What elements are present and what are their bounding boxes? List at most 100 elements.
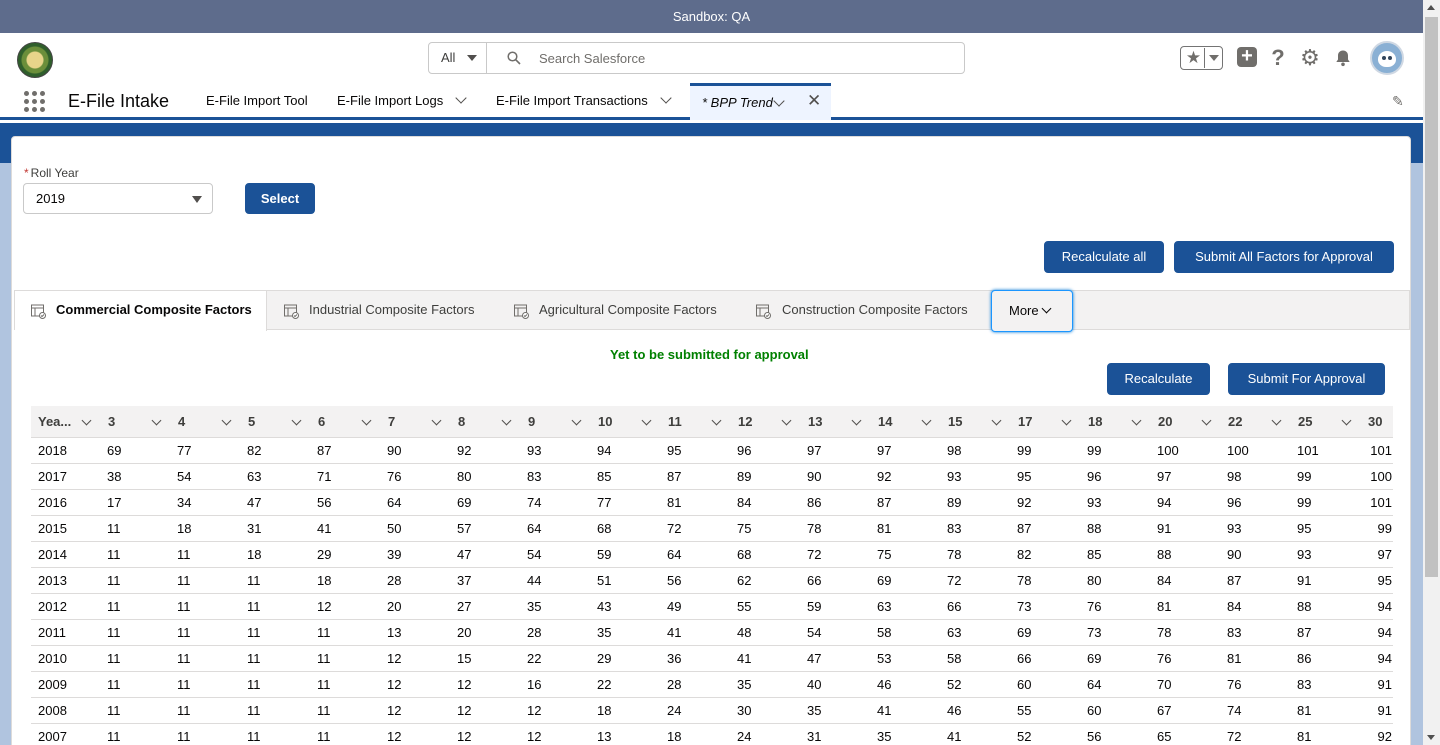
table-cell: 87 — [1297, 625, 1312, 640]
star-icon[interactable]: ★ — [1183, 48, 1205, 68]
column-header[interactable]: Yea... — [31, 406, 101, 438]
column-header[interactable]: 6 — [311, 406, 381, 438]
nav-tab-bpp-trend[interactable]: * BPP Trend ✕ — [690, 83, 831, 120]
table-cell: 81 — [1227, 651, 1242, 666]
column-header[interactable]: 25 — [1291, 406, 1361, 438]
recalculate-button[interactable]: Recalculate — [1107, 363, 1210, 395]
table-cell: 97 — [1377, 547, 1392, 562]
chevron-down-icon[interactable] — [501, 415, 512, 426]
column-header-label: 3 — [108, 414, 116, 429]
column-header[interactable]: 17 — [1011, 406, 1081, 438]
chevron-down-icon[interactable] — [660, 92, 672, 104]
table-cell: 58 — [947, 651, 962, 666]
submit-all-factors-button[interactable]: Submit All Factors for Approval — [1174, 241, 1394, 273]
table-cell: 96 — [737, 443, 752, 458]
tab-industrial[interactable]: Industrial Composite Factors — [267, 291, 497, 330]
favorites-dropdown-icon[interactable] — [1209, 55, 1219, 61]
app-launcher-icon[interactable] — [24, 91, 46, 113]
column-header[interactable]: 3 — [101, 406, 171, 438]
nav-item-label: E-File Import Transactions — [496, 93, 648, 108]
scroll-down-icon[interactable] — [1427, 735, 1435, 740]
nav-item-import-tool[interactable]: E-File Import Tool — [206, 82, 308, 120]
search-scope-dropdown[interactable]: All — [429, 43, 487, 73]
table-cell: 88 — [1157, 547, 1172, 562]
column-header[interactable]: 22 — [1221, 406, 1291, 438]
column-header[interactable]: 11 — [661, 406, 731, 438]
chevron-down-icon[interactable] — [711, 415, 722, 426]
table-cell: 68 — [737, 547, 752, 562]
chevron-down-icon[interactable] — [1061, 415, 1072, 426]
table-cell: 47 — [247, 495, 262, 510]
chevron-down-icon[interactable] — [361, 415, 372, 426]
chevron-down-icon[interactable] — [151, 415, 162, 426]
chevron-down-icon[interactable] — [921, 415, 932, 426]
column-header[interactable]: 13 — [801, 406, 871, 438]
column-header[interactable]: 15 — [941, 406, 1011, 438]
tab-commercial[interactable]: Commercial Composite Factors — [15, 291, 267, 331]
column-header[interactable]: 20 — [1151, 406, 1221, 438]
table-cell: 28 — [527, 625, 542, 640]
favorites-button[interactable]: ★ — [1180, 46, 1223, 70]
nav-item-import-transactions[interactable]: E-File Import Transactions — [496, 82, 672, 120]
edit-pencil-icon[interactable]: ✎ — [1392, 94, 1406, 108]
table-cell: 35 — [807, 703, 822, 718]
column-header[interactable]: 8 — [451, 406, 521, 438]
org-logo[interactable] — [17, 42, 53, 78]
table-cell: 84 — [1157, 573, 1172, 588]
column-header[interactable]: 7 — [381, 406, 451, 438]
table-cell: 101 — [1297, 443, 1319, 458]
table-cell: 60 — [1087, 703, 1102, 718]
column-header[interactable]: 30 — [1361, 406, 1431, 438]
help-icon[interactable]: ? — [1266, 46, 1290, 70]
table-cell: 11 — [247, 729, 261, 744]
recalculate-all-button[interactable]: Recalculate all — [1044, 241, 1164, 273]
tab-more-button[interactable]: More — [991, 290, 1073, 332]
chevron-down-icon[interactable] — [455, 92, 467, 104]
column-header[interactable]: 14 — [871, 406, 941, 438]
chevron-down-icon[interactable] — [641, 415, 652, 426]
chevron-down-icon[interactable] — [773, 95, 785, 107]
gear-icon[interactable]: ⚙ — [1298, 46, 1322, 70]
page-scrollbar[interactable] — [1423, 0, 1440, 745]
chevron-down-icon[interactable] — [81, 415, 92, 426]
nav-item-import-logs[interactable]: E-File Import Logs — [337, 82, 467, 120]
scrollbar-thumb[interactable] — [1425, 17, 1438, 577]
table-row: 2011 11 11 11 11 13 20 28 35 41 48 54 58 63 69 73 78 83 87… — [31, 620, 1393, 646]
bell-icon[interactable] — [1331, 46, 1355, 70]
roll-year-select[interactable]: 2019 — [23, 183, 213, 214]
avatar[interactable] — [1370, 41, 1404, 75]
chevron-down-icon[interactable] — [781, 415, 792, 426]
chevron-down-icon[interactable] — [1271, 415, 1282, 426]
chevron-down-icon[interactable] — [851, 415, 862, 426]
chevron-down-icon[interactable] — [431, 415, 442, 426]
column-header[interactable]: 18 — [1081, 406, 1151, 438]
column-header[interactable]: 4 — [171, 406, 241, 438]
chevron-down-icon[interactable] — [1201, 415, 1212, 426]
scroll-up-icon[interactable] — [1427, 5, 1435, 10]
chevron-down-icon[interactable] — [1341, 415, 1352, 426]
close-icon[interactable]: ✕ — [807, 91, 821, 111]
chevron-down-icon[interactable] — [1131, 415, 1142, 426]
table-cell: 12 — [457, 677, 472, 692]
select-button[interactable]: Select — [245, 183, 315, 214]
column-header[interactable]: 9 — [521, 406, 591, 438]
table-cell: 83 — [947, 521, 962, 536]
table-cell: 35 — [527, 599, 542, 614]
table-cell: 76 — [1227, 677, 1242, 692]
chevron-down-icon[interactable] — [571, 415, 582, 426]
global-actions-plus-icon[interactable]: + — [1237, 46, 1257, 67]
chevron-down-icon[interactable] — [221, 415, 232, 426]
column-header[interactable]: 5 — [241, 406, 311, 438]
tab-agricultural[interactable]: Agricultural Composite Factors — [497, 291, 739, 330]
column-header[interactable]: 12 — [731, 406, 801, 438]
table-cell: 88 — [1087, 521, 1102, 536]
table-cell: 92 — [1377, 729, 1392, 744]
chevron-down-icon[interactable] — [991, 415, 1002, 426]
search-input[interactable] — [539, 43, 959, 73]
submit-for-approval-button[interactable]: Submit For Approval — [1228, 363, 1385, 395]
tab-construction[interactable]: Construction Composite Factors — [739, 291, 989, 330]
chevron-down-icon[interactable] — [291, 415, 302, 426]
table-cell: 18 — [667, 729, 682, 744]
column-header[interactable]: 10 — [591, 406, 661, 438]
column-header-label: 14 — [878, 414, 893, 429]
